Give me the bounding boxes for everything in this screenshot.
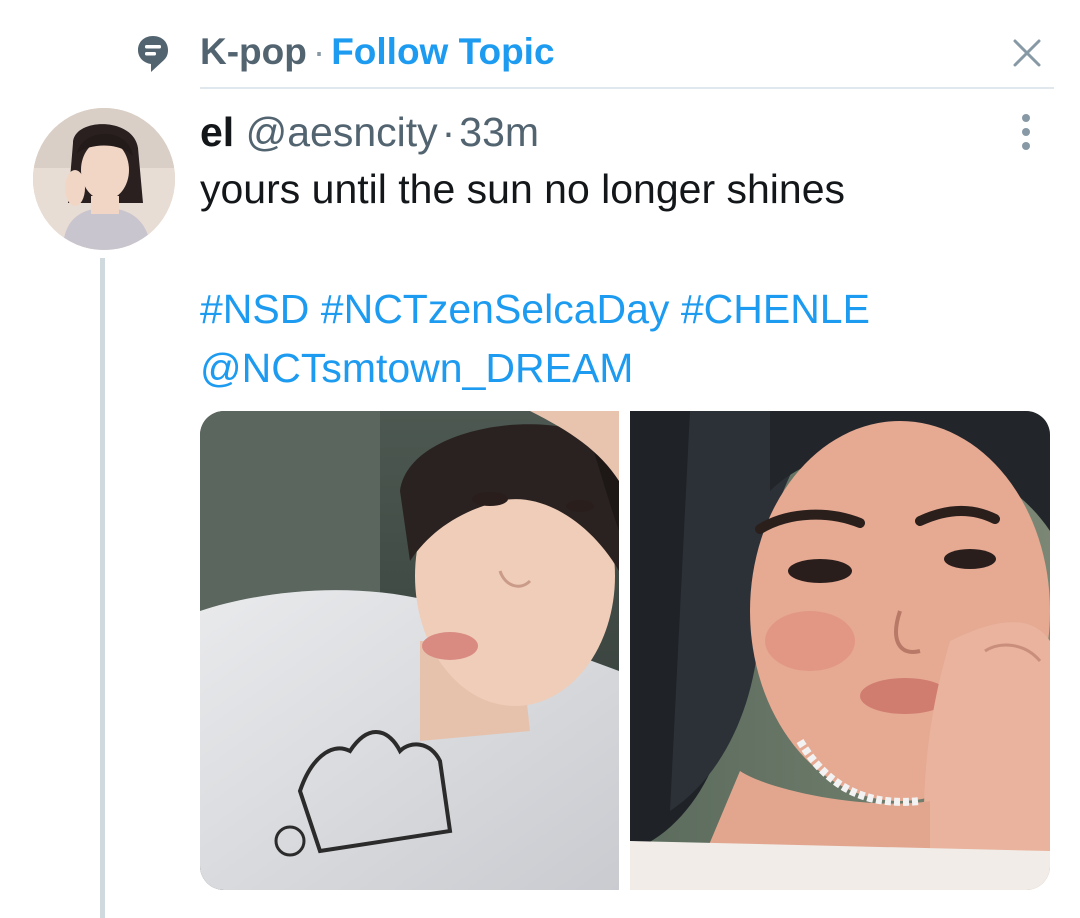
selfie-photo-1[interactable] bbox=[200, 411, 619, 890]
hashtag-link[interactable]: #CHENLE bbox=[681, 286, 870, 332]
topic-bubble-icon bbox=[136, 34, 170, 74]
user-handle[interactable]: @aesncity bbox=[246, 109, 438, 155]
media-grid bbox=[200, 411, 1050, 890]
hashtag-line: #NSD #NCTzenSelcaDay #CHENLE bbox=[200, 284, 870, 334]
more-vertical-icon[interactable] bbox=[1006, 110, 1046, 156]
tweet-header: el @aesncity·33m bbox=[200, 108, 539, 156]
timestamp[interactable]: 33m bbox=[459, 109, 539, 155]
close-icon[interactable] bbox=[1010, 36, 1044, 70]
header-separator: · bbox=[441, 109, 456, 155]
display-name[interactable]: el bbox=[200, 109, 234, 155]
topic-divider bbox=[200, 87, 1054, 89]
topic-separator: · bbox=[312, 31, 326, 72]
mention-link[interactable]: @NCTsmtown_DREAM bbox=[200, 343, 633, 393]
thread-line bbox=[100, 258, 105, 918]
tweet-text: yours until the sun no longer shines bbox=[200, 166, 846, 212]
topic-title: K-pop · Follow Topic bbox=[200, 30, 555, 74]
avatar[interactable] bbox=[33, 108, 175, 250]
hashtag-link[interactable]: #NCTzenSelcaDay bbox=[321, 286, 670, 332]
selfie-photo-2[interactable] bbox=[630, 411, 1050, 890]
follow-topic-link[interactable]: Follow Topic bbox=[331, 31, 554, 72]
topic-bar: K-pop · Follow Topic bbox=[0, 0, 1080, 89]
topic-name[interactable]: K-pop bbox=[200, 31, 307, 72]
hashtag-link[interactable]: #NSD bbox=[200, 286, 309, 332]
